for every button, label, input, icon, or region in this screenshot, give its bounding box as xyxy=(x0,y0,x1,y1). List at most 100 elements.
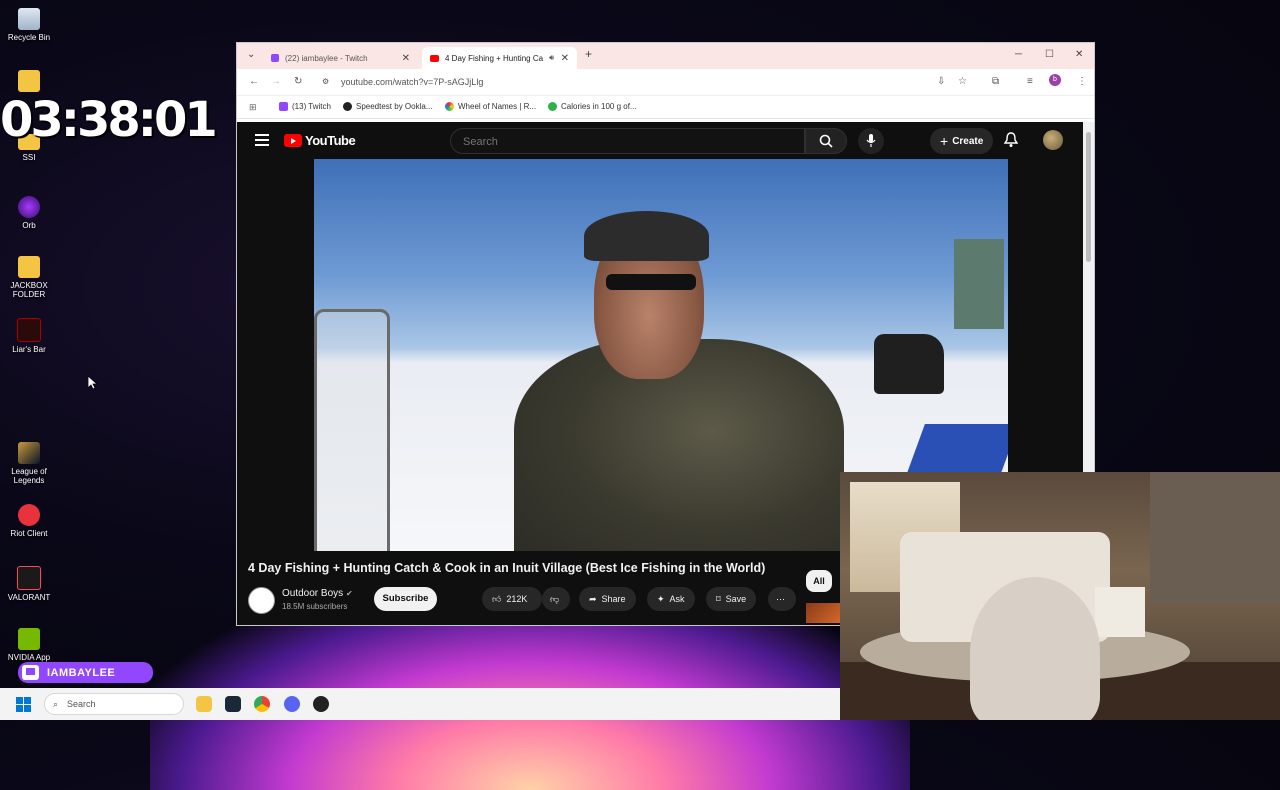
bookmark-save-icon: ⌑ xyxy=(716,593,721,604)
channel-name[interactable]: Outdoor Boys ✔ xyxy=(282,588,353,599)
back-icon[interactable]: ← xyxy=(249,76,259,87)
file-explorer-icon[interactable] xyxy=(196,696,212,712)
liars-bar-icon xyxy=(17,318,41,342)
desktop-icon-recycle-bin[interactable]: Recycle Bin xyxy=(6,8,52,42)
desktop-icon-label: Riot Client xyxy=(10,529,48,538)
share-label: Share xyxy=(601,594,626,604)
more-horizontal-icon: ⋯ xyxy=(776,593,785,604)
desktop-icon-label: Orb xyxy=(22,221,36,230)
desktop-icon-jackbox-folder[interactable]: JACKBOX FOLDER xyxy=(6,256,52,299)
bookmark-label: Wheel of Names | R... xyxy=(458,102,537,111)
taskbar: ⌕ Search xyxy=(0,688,840,720)
bookmark-calories[interactable]: Calories in 100 g of... xyxy=(548,102,637,111)
thumbs-down-icon: 👎︎ xyxy=(550,593,560,604)
hamburger-menu-icon[interactable] xyxy=(255,134,269,146)
extensions-icon[interactable]: ⧉ xyxy=(992,76,999,87)
youtube-search-button[interactable] xyxy=(805,128,847,154)
account-avatar[interactable] xyxy=(1043,130,1063,150)
video-frame-house xyxy=(954,239,1004,329)
bookmark-twitch[interactable]: (13) Twitch xyxy=(279,102,331,111)
profile-icon[interactable]: b xyxy=(1049,74,1061,86)
minimize-icon[interactable]: ─ xyxy=(1015,49,1022,60)
youtube-search-box xyxy=(450,128,805,154)
recommended-thumbnail[interactable] xyxy=(806,603,842,623)
tab-twitch[interactable]: (22) iambaylee - Twitch ✕ xyxy=(263,47,418,69)
youtube-search-input[interactable] xyxy=(461,135,765,149)
windows-start-icon[interactable] xyxy=(16,697,32,713)
install-icon[interactable]: ⇩ xyxy=(937,76,945,87)
dislike-button[interactable]: 👎︎ xyxy=(542,587,570,611)
site-info-icon[interactable]: ⚙︎ xyxy=(322,72,329,92)
tab-bar: ⌄ (22) iambaylee - Twitch ✕ 4 Day Fishin… xyxy=(237,43,1094,69)
channel-avatar[interactable] xyxy=(248,587,275,614)
menu-dots-icon[interactable]: ⋮ xyxy=(1077,76,1087,87)
reading-list-icon[interactable]: ≡ xyxy=(1027,76,1033,87)
create-label: Create xyxy=(952,135,984,147)
desktop-icon-label: League of Legends xyxy=(11,467,47,485)
obs-icon[interactable] xyxy=(313,696,329,712)
close-window-icon[interactable]: ✕ xyxy=(1075,49,1083,60)
ask-label: Ask xyxy=(669,594,685,604)
desktop-icon-valorant[interactable]: VALORANT xyxy=(6,566,52,602)
desktop-icon-label: Recycle Bin xyxy=(7,33,51,42)
bookmark-star-icon[interactable]: ☆ xyxy=(958,76,967,87)
recycle-bin-icon xyxy=(18,8,40,30)
youtube-play-icon xyxy=(284,134,302,147)
desktop-icon-label: VALORANT xyxy=(7,593,51,602)
sparkle-icon: ✦ xyxy=(657,593,665,604)
taskbar-search-placeholder: Search xyxy=(67,699,96,709)
desktop-icon-orb[interactable]: Orb xyxy=(6,196,52,230)
speedtest-favicon-icon xyxy=(343,102,352,111)
tab-label: (22) iambaylee - Twitch xyxy=(285,53,368,63)
tab-youtube[interactable]: 4 Day Fishing + Hunting Ca 🔊︎ ✕ xyxy=(422,47,577,69)
riot-client-icon xyxy=(18,504,40,526)
desktop-icon-liars-bar[interactable]: Liar's Bar xyxy=(6,318,52,354)
chrome-icon[interactable] xyxy=(254,696,270,712)
speaker-icon[interactable]: 🔊︎ xyxy=(549,53,554,63)
youtube-header: YouTube + Create xyxy=(237,122,1084,160)
like-button[interactable]: 👍︎ 212K xyxy=(482,587,542,611)
close-tab-icon[interactable]: ✕ xyxy=(561,53,569,64)
steam-icon[interactable] xyxy=(225,696,241,712)
microphone-icon xyxy=(866,134,876,147)
channel-row: Outdoor Boys ✔ 18.5M subscribers Subscri… xyxy=(248,584,848,614)
taskbar-search[interactable]: ⌕ Search xyxy=(44,693,184,715)
scrollbar-thumb[interactable] xyxy=(1086,132,1091,262)
subscribe-button[interactable]: Subscribe xyxy=(374,587,437,611)
forward-icon[interactable]: → xyxy=(271,76,281,87)
desktop-icon-label: NVIDIA App xyxy=(7,653,51,662)
bookmarks-bar: ⊞ (13) Twitch Speedtest by Ookla... Whee… xyxy=(237,96,1094,119)
create-button[interactable]: + Create xyxy=(930,128,994,154)
ask-button[interactable]: ✦ Ask xyxy=(647,587,695,611)
tab-label: 4 Day Fishing + Hunting Ca xyxy=(445,53,544,63)
voice-search-button[interactable] xyxy=(858,128,884,154)
bookmark-wheel-of-names[interactable]: Wheel of Names | R... xyxy=(445,102,536,111)
desktop-icon-nvidia-app[interactable]: NVIDIA App xyxy=(6,628,52,662)
desktop-icon-label: Liar's Bar xyxy=(12,345,46,354)
apps-grid-icon[interactable]: ⊞ xyxy=(249,102,257,113)
discord-icon[interactable] xyxy=(284,696,300,712)
url-field[interactable]: ⚙︎ youtube.com/watch?v=7P-sAGJjLlg xyxy=(313,72,933,92)
new-tab-icon[interactable]: + xyxy=(585,47,592,61)
chip-all[interactable]: All xyxy=(806,570,832,592)
share-button[interactable]: ➦ Share xyxy=(579,587,636,611)
notifications-bell-icon[interactable] xyxy=(1004,132,1018,148)
bookmark-label: (13) Twitch xyxy=(292,102,331,111)
subscriber-count: 18.5M subscribers xyxy=(282,602,348,611)
desktop-icon-riot-client[interactable]: Riot Client xyxy=(6,504,52,538)
youtube-logo[interactable]: YouTube xyxy=(284,133,356,148)
more-actions-button[interactable]: ⋯ xyxy=(768,587,796,611)
thumbs-up-icon: 👍︎ xyxy=(492,593,502,604)
save-button[interactable]: ⌑ Save xyxy=(706,587,757,611)
desktop-icon-league-of-legends[interactable]: League of Legends xyxy=(6,442,52,485)
bookmark-speedtest[interactable]: Speedtest by Ookla... xyxy=(343,102,433,111)
nvidia-icon xyxy=(18,628,40,650)
maximize-icon[interactable]: ☐ xyxy=(1045,49,1054,60)
twitch-logo-icon xyxy=(22,665,39,680)
tab-search-chevron-icon[interactable]: ⌄ xyxy=(247,49,255,60)
close-tab-icon[interactable]: ✕ xyxy=(402,53,410,64)
bookmark-label: Speedtest by Ookla... xyxy=(356,102,433,111)
twitch-username: IAMBAYLEE xyxy=(47,666,116,679)
folder-icon xyxy=(18,70,40,92)
reload-icon[interactable]: ↻ xyxy=(294,76,302,87)
